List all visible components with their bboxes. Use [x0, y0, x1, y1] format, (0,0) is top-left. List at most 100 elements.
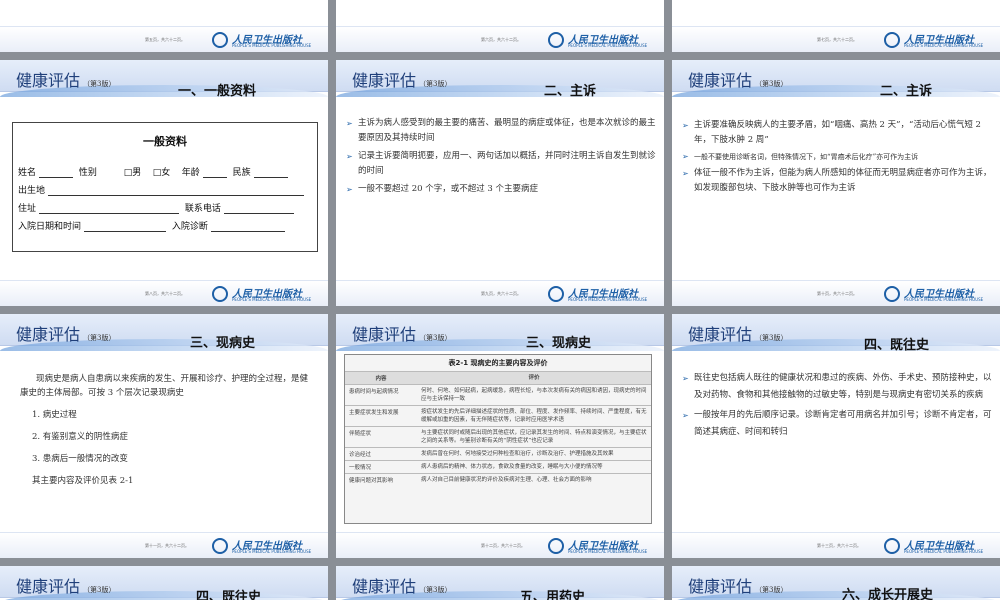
seal-icon — [212, 538, 228, 554]
seal-icon — [884, 32, 900, 48]
arrow-icon: ➢ — [682, 374, 689, 383]
intro-paragraph: 现病史是病人自患病以来疾病的发生、开展和诊疗、护理的全过程，是健康史的主体局部。… — [20, 374, 309, 398]
slide-past-history-2[interactable]: 健康评估 （第3版） 四、既往史 — [0, 566, 328, 600]
slide-header: 健康评估 （第3版） — [0, 566, 328, 600]
bullet-list: ➢ 主诉要准确反映病人的主要矛盾，如“咽痛、高热 2 天”，“活动后心慌气短 2 … — [682, 118, 992, 199]
table-row: 伴随症状 与主要症状同时或随后出现的其他症状，应记录其发生的时间、特点和演变情况，… — [345, 426, 651, 447]
publisher-logo: 人民卫生出版社 PEOPLE'S MEDICAL PUBLISHING HOUSE — [884, 285, 994, 303]
arrow-icon: ➢ — [346, 152, 353, 161]
slide-chief-complaint-1[interactable]: 健康评估 （第3版） 二、主诉 ➢ 主诉为病人感受到的最主要的痛苦、最明显的病症或体… — [336, 60, 664, 306]
section-title: 三、现病史 — [526, 336, 592, 351]
footer: 第十二页，共六十二页。 人民卫生出版社 PEOPLE'S MEDICAL PUBL… — [336, 532, 664, 558]
seal-icon — [884, 538, 900, 554]
slide-present-illness-1[interactable]: 健康评估 （第3版） 三、现病史 现病史是病人自患病以来疾病的发生、开展和诊疗、护… — [0, 314, 328, 558]
brand-title: 健康评估 （第3版） — [352, 577, 452, 596]
brand-title: 健康评估 （第3版） — [16, 71, 116, 90]
arrow-icon: ➢ — [346, 185, 353, 194]
brand-title: 健康评估 （第3版） — [688, 577, 788, 596]
general-info-form: 一般资料 姓名 性别 □男 □女 年龄 民族 出生地 住址 联系电话 入院日期和… — [12, 122, 318, 252]
page-number: 第七页，共六十二页。 — [817, 37, 857, 42]
arrow-icon: ➢ — [682, 169, 689, 178]
slide-header: 健康评估 （第3版） — [336, 314, 664, 351]
arrow-icon: ➢ — [682, 121, 689, 130]
slide-medication-history[interactable]: 健康评估 （第3版） 五、用药史 — [336, 566, 664, 600]
seal-icon — [212, 286, 228, 302]
page-number: 第十页，共六十二页。 — [817, 291, 857, 296]
table-header-row: 内容 评价 — [345, 371, 651, 384]
section-title: 四、既往史 — [864, 338, 930, 353]
footer: 第十三页，共六十二页。 人民卫生出版社 PEOPLE'S MEDICAL PUBL… — [672, 532, 1000, 558]
slide-header: 健康评估 （第3版） — [336, 566, 664, 600]
brand-title: 健康评估 （第3版） — [688, 325, 788, 344]
bullet-item: ➢ 体征一般不作为主诉，但能为病人所感知的体征而无明显病症者亦可作为主诉，如发现腹… — [682, 168, 992, 193]
publisher-logo: 人民卫生出版社 PEOPLE'S MEDICAL PUBLISHING HOUSE — [548, 285, 658, 303]
list-item: 2. 有鉴别意义的阴性病症 — [32, 432, 128, 442]
slide-header: 健康评估 （第3版） — [336, 60, 664, 97]
page-number: 第九页，共六十二页。 — [481, 291, 521, 296]
footer: 第六页，共六十二页。 人民卫生出版社 PEOPLE'S MEDICAL PUBLI… — [336, 26, 664, 52]
slide-past-history-1[interactable]: 健康评估 （第3版） 四、既往史 ➢ 既往史包括病人既往的健康状况和患过的疾病、外伤… — [672, 314, 1000, 558]
bullet-item: ➢ 一般不要使用诊断名词，但特殊情况下，如“胃癌术后化疗”亦可作为主诉 — [682, 152, 919, 161]
page-number: 第八页，共六十二页。 — [145, 291, 185, 296]
footer: 第十一页，共六十二页。 人民卫生出版社 PEOPLE'S MEDICAL PUBL… — [0, 532, 328, 558]
section-title: 三、现病史 — [190, 336, 256, 351]
slide-header: 健康评估 （第3版） — [672, 314, 1000, 351]
publisher-logo: 人民卫生出版社 PEOPLE'S MEDICAL PUBLISHING HOUSE — [884, 537, 994, 555]
footer: 第九页，共六十二页。 人民卫生出版社 PEOPLE'S MEDICAL PUBLI… — [336, 280, 664, 306]
table-caption: 表2-1 现病史的主要内容及评价 — [448, 359, 548, 367]
table-row: 患病时间与起病情况 何时、何地、如何起病，起病缓急，病程长短，与本次发病有关的病因… — [345, 384, 651, 405]
slide-header: 健康评估 （第3版） — [672, 566, 1000, 600]
brand-title: 健康评估 （第3版） — [352, 71, 452, 90]
slide-present-illness-2[interactable]: 健康评估 （第3版） 三、现病史 表2-1 现病史的主要内容及评价 内容 评价 患病… — [336, 314, 664, 558]
section-title: 六、成长开展史 — [842, 588, 934, 600]
footer: 第五页，共六十二页。 人民卫生出版社 PEOPLE'S MEDICAL PUBLI… — [0, 26, 328, 52]
section-title: 二、主诉 — [880, 84, 933, 99]
brand-title: 健康评估 （第3版） — [688, 71, 788, 90]
publisher-logo: 人民卫生出版社 PEOPLE'S MEDICAL PUBLISHING HOUSE — [548, 537, 658, 555]
slide-prev-1: 第五页，共六十二页。 人民卫生出版社 PEOPLE'S MEDICAL PUBLI… — [0, 0, 328, 52]
seal-icon — [548, 538, 564, 554]
form-row-birthplace: 出生地 — [18, 183, 307, 196]
bullet-item: ➢ 一般不要超过 20 个字，或不超过 3 个主要病症 — [346, 182, 656, 197]
section-title: 五、用药史 — [520, 590, 586, 600]
list-item: 3. 患病后一般情况的改变 — [32, 454, 128, 464]
slide-header: 健康评估 （第3版） — [672, 60, 1000, 97]
slide-chief-complaint-2[interactable]: 健康评估 （第3版） 二、主诉 ➢ 主诉要准确反映病人的主要矛盾，如“咽痛、高热 2… — [672, 60, 1000, 306]
bullet-list: ➢ 既往史包括病人既往的健康状况和患过的疾病、外伤、手术史、预防接种史，以及对药物… — [682, 370, 992, 444]
publisher-logo: 人民卫生出版社 PEOPLE'S MEDICAL PUBLISHING HOUSE — [884, 31, 994, 49]
seal-icon — [548, 286, 564, 302]
bullet-item: ➢ 既往史包括病人既往的健康状况和患过的疾病、外伤、手术史、预防接种史，以及对药物… — [682, 370, 992, 404]
present-illness-text: 现病史是病人自患病以来疾病的发生、开展和诊疗、护理的全过程，是健康史的主体局部。… — [20, 372, 310, 488]
page-number: 第六页，共六十二页。 — [481, 37, 521, 42]
brand-title: 健康评估 （第3版） — [352, 325, 452, 344]
footer: 第八页，共六十二页。 人民卫生出版社 PEOPLE'S MEDICAL PUBLI… — [0, 280, 328, 306]
seal-icon — [548, 32, 564, 48]
page-number: 第五页，共六十二页。 — [145, 37, 185, 42]
slide-general-info[interactable]: 健康评估 （第3版） 一、一般资料 一般资料 姓名 性别 □男 □女 年龄 民族 … — [0, 60, 328, 306]
arrow-icon: ➢ — [346, 119, 353, 128]
bullet-list: ➢ 主诉为病人感受到的最主要的痛苦、最明显的病症或体征，也是本次就诊的最主要原因及… — [346, 116, 656, 200]
footer: 第十页，共六十二页。 人民卫生出版社 PEOPLE'S MEDICAL PUBLI… — [672, 280, 1000, 306]
table-2-1: 表2-1 现病史的主要内容及评价 内容 评价 患病时间与起病情况 何时、何地、如何起… — [344, 354, 652, 524]
table-row: 主要症状发生和发展 按症状发生的先后详细描述症状的性质、部位、程度、发作频率、持续… — [345, 405, 651, 426]
publisher-logo: 人民卫生出版社 PEOPLE'S MEDICAL PUBLISHING HOUSE — [212, 285, 322, 303]
bullet-item: ➢ 主诉要准确反映病人的主要矛盾，如“咽痛、高热 2 天”，“活动后心慌气短 2 … — [682, 120, 981, 145]
table-row: 一般情况 病人患病后的精神、体力状态，食欲及食量的改变，睡眠与大小便的情况等 — [345, 460, 651, 473]
slide-header: 健康评估 （第3版） — [0, 314, 328, 351]
publisher-logo: 人民卫生出版社 PEOPLE'S MEDICAL PUBLISHING HOUSE — [212, 31, 322, 49]
bullet-item: ➢ 一般按年月的先后顺序记录。诊断肯定者可用病名并加引号；诊断不肯定者，可简述其病… — [682, 407, 992, 441]
slide-header: 健康评估 （第3版） — [0, 60, 328, 97]
section-title: 四、既往史 — [196, 590, 262, 600]
form-row-address: 住址 联系电话 — [18, 201, 297, 214]
seal-icon — [884, 286, 900, 302]
bullet-item: ➢ 记录主诉要简明扼要，应用一、两句话加以概括，并同时注明主诉自发生到就诊的时间 — [346, 151, 656, 176]
page-number: 第十二页，共六十二页。 — [481, 543, 525, 548]
list-item: 1. 病史过程 — [32, 410, 77, 420]
slide-growth-history[interactable]: 健康评估 （第3版） 六、成长开展史 — [672, 566, 1000, 600]
form-row-admission: 入院日期和时间 入院诊断 — [18, 219, 288, 232]
table-row: 诊治经过 发病后曾在何时、何地接受过何种检查和治疗，诊断及治疗、护理措施及其效果 — [345, 447, 651, 460]
bullet-item: ➢ 主诉为病人感受到的最主要的痛苦、最明显的病症或体征，也是本次就诊的最主要原因及… — [346, 118, 656, 143]
section-title: 二、主诉 — [544, 84, 597, 99]
table-reference: 其主要内容及评价见表 2-1 — [32, 476, 134, 486]
arrow-icon: ➢ — [682, 152, 689, 161]
